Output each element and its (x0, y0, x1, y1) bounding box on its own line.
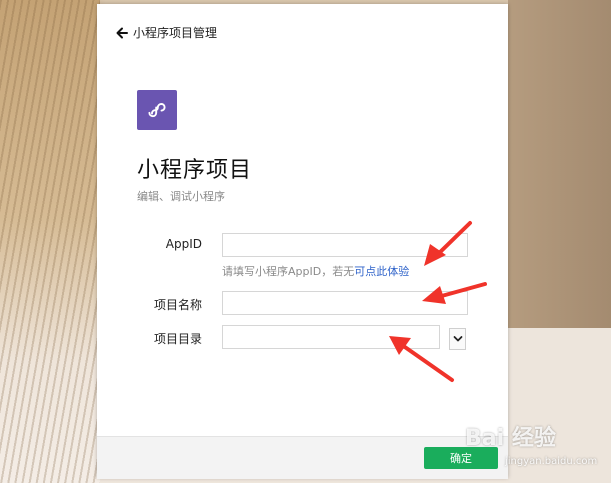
chevron-down-icon (453, 336, 462, 342)
appid-label: AppID (165, 237, 202, 251)
project-name-label: 项目名称 (153, 298, 202, 312)
watermark-url: jingyan.baidu.com (505, 456, 598, 467)
project-dir-input[interactable] (222, 325, 440, 349)
appid-input[interactable] (222, 233, 468, 257)
appid-hint: 请填写小程序AppID，若无可点此体验 (222, 263, 409, 279)
mini-program-icon (148, 103, 166, 118)
mini-program-logo (137, 90, 177, 130)
watermark-brand: Bai 经验 (465, 426, 556, 451)
project-dir-label: 项目目录 (153, 332, 202, 346)
page-title: 小程序项目 (137, 158, 253, 183)
dir-dropdown-button[interactable] (449, 328, 466, 350)
project-name-input[interactable] (222, 291, 468, 315)
page-subtitle: 编辑、调试小程序 (137, 190, 225, 203)
baidu-watermark: Bai 经验 jingyan.baidu.com (465, 420, 605, 480)
back-button[interactable]: 小程序项目管理 (115, 24, 217, 41)
appid-hint-text: 请填写小程序AppID，若无 (222, 265, 355, 278)
dialog-footer: 确定 (97, 436, 508, 479)
background-hair (0, 0, 100, 483)
background-right-panel (508, 0, 611, 328)
trial-link[interactable]: 可点此体验 (354, 265, 409, 278)
project-dialog: 小程序项目管理 小程序项目 编辑、调试小程序 AppID 请填写小程序AppID… (97, 4, 508, 479)
arrow-left-icon (116, 27, 128, 38)
back-title: 小程序项目管理 (133, 26, 218, 40)
